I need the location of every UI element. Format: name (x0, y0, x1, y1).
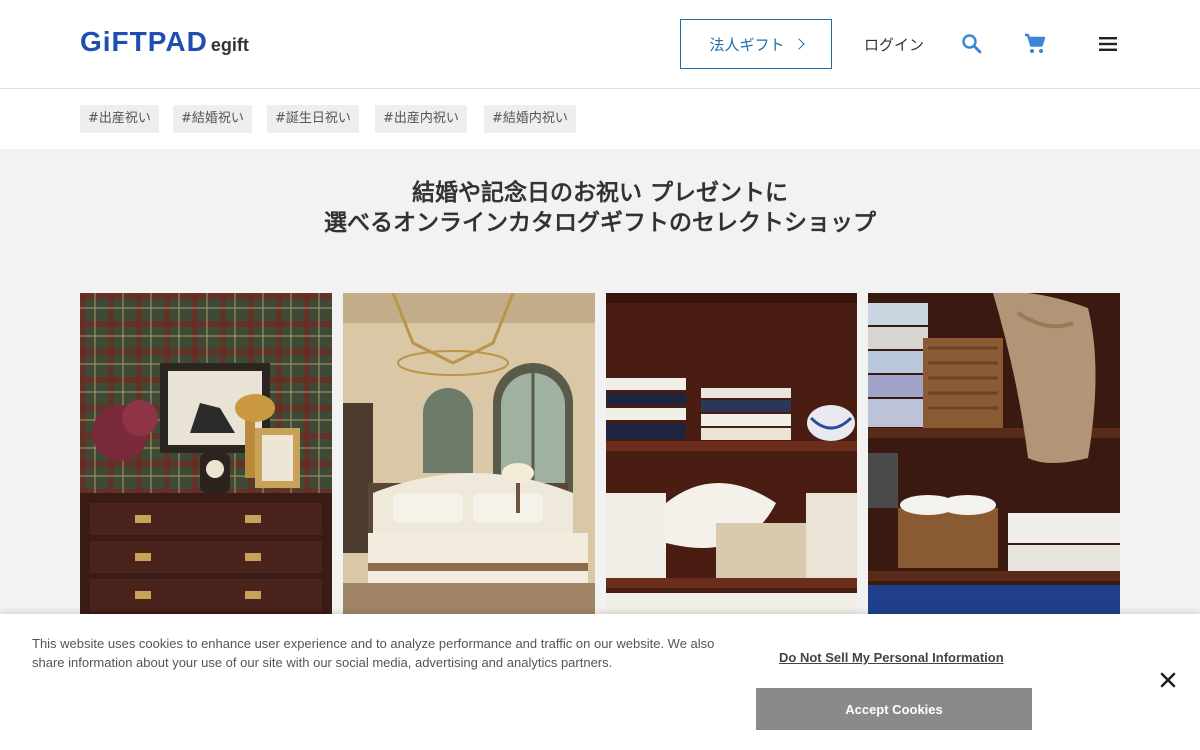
tag-wedding-return-gift[interactable]: #結婚内祝い (484, 105, 576, 133)
hero-photo-linen-shelves[interactable] (606, 293, 857, 615)
corporate-gift-label: 法人ギフト (709, 35, 785, 54)
chevron-right-icon (792, 38, 805, 50)
close-icon[interactable] (1158, 670, 1178, 690)
hero-photo-dresser[interactable] (80, 293, 332, 615)
do-not-sell-link[interactable]: Do Not Sell My Personal Information (779, 650, 1004, 665)
hero-title-line2: 選べるオンラインカタログギフトのセレクトショップ (324, 210, 876, 236)
tag-wedding-celebration[interactable]: #結婚祝い (173, 105, 252, 133)
cart-icon[interactable] (1023, 32, 1047, 56)
logo-main-text: GiFTPAD (80, 26, 208, 57)
accept-cookies-button[interactable]: Accept Cookies (756, 688, 1032, 730)
login-link[interactable]: ログイン (864, 34, 924, 55)
tag-birth-celebration[interactable]: #出産祝い (80, 105, 159, 133)
hero-photo-towels[interactable] (868, 293, 1120, 615)
site-header: GiFTPAD egift 法人ギフト ログイン (0, 0, 1200, 89)
giftpad-logo[interactable]: GiFTPAD egift (80, 26, 249, 58)
logo-sub-text: egift (210, 35, 249, 55)
tag-birth-return-gift[interactable]: #出産内祝い (375, 105, 467, 133)
cookie-notice-text: This website uses cookies to enhance use… (32, 636, 715, 670)
menu-icon[interactable] (1096, 32, 1120, 56)
search-icon[interactable] (960, 32, 984, 56)
hero-heading: 結婚や記念日のお祝い プレゼントに 選べるオンラインカタログギフトのセレクトショ… (0, 178, 1200, 238)
corporate-gift-button[interactable]: 法人ギフト (680, 19, 832, 69)
tag-birthday-celebration[interactable]: #誕生日祝い (267, 105, 359, 133)
tag-bar: #出産祝い #結婚祝い #誕生日祝い #出産内祝い #結婚内祝い (0, 89, 1200, 149)
hero-photo-bedroom[interactable] (343, 293, 595, 615)
hero-title-line1: 結婚や記念日のお祝い プレゼントに (411, 180, 788, 206)
cookie-banner: This website uses cookies to enhance use… (0, 614, 1200, 750)
